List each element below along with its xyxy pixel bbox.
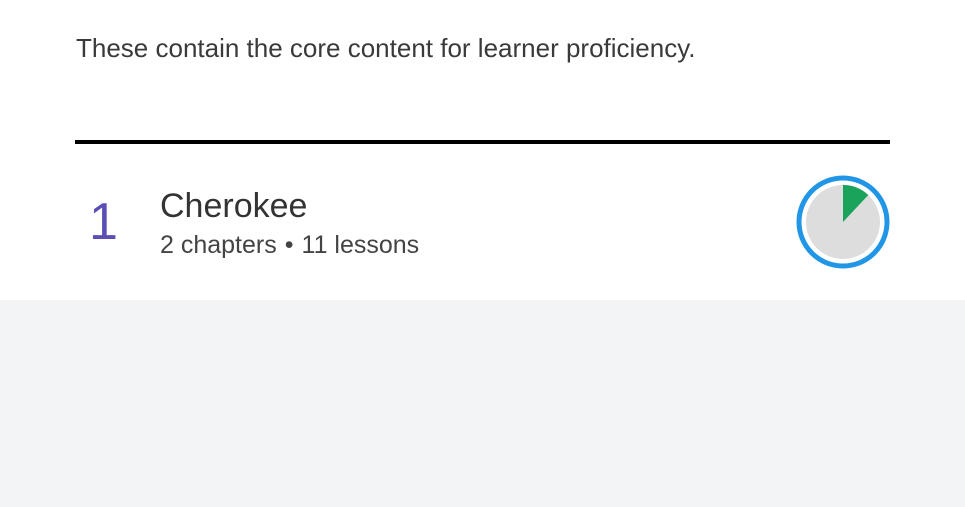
progress-pie-icon	[796, 175, 890, 269]
lesson-count: 11 lessons	[301, 231, 420, 259]
chapter-count: 2 chapters	[160, 231, 277, 259]
section-divider	[75, 140, 890, 144]
course-title: Cherokee	[160, 187, 308, 225]
course-meta: 2 chapters • 11 lessons	[160, 230, 419, 260]
course-number: 1	[89, 193, 118, 251]
course-list-item[interactable]: 1 Cherokee 2 chapters • 11 lessons	[75, 160, 890, 280]
meta-separator: •	[284, 231, 294, 259]
section-description: These contain the core content for learn…	[76, 33, 696, 63]
content-panel: These contain the core content for learn…	[0, 0, 965, 300]
